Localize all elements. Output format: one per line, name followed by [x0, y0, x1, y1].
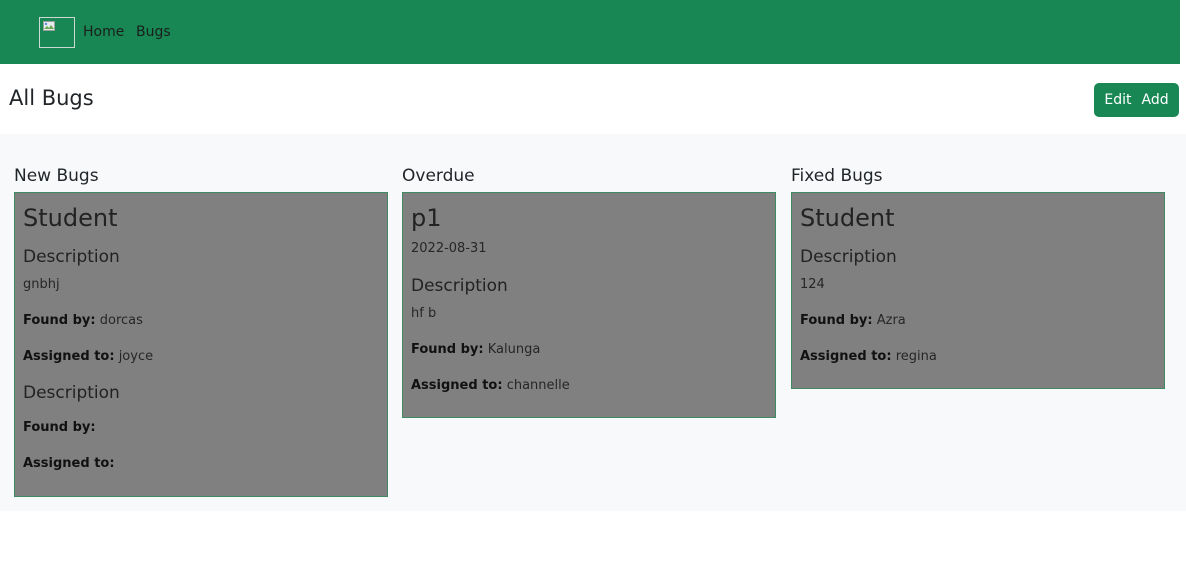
page-title: All Bugs [9, 86, 94, 110]
top-navbar: Home Bugs [0, 0, 1180, 64]
card-title: p1 [411, 204, 442, 232]
column-title-new-bugs: New Bugs [14, 166, 99, 186]
edit-add-button[interactable]: Edit Add [1094, 83, 1179, 117]
description-text: hf b [411, 306, 437, 321]
found-by-label: Found by: [800, 313, 873, 328]
due-date: 2022-08-31 [411, 241, 487, 256]
found-by-value: Kalunga [487, 342, 541, 357]
description-heading: Description [23, 247, 120, 267]
assigned-to-value: channelle [506, 378, 570, 393]
card-title: Student [800, 204, 895, 232]
description-heading: Description [23, 383, 120, 403]
description-text: gnbhj [23, 277, 60, 292]
assigned-to-label: Assigned to: [23, 349, 115, 364]
assigned-to-line: Assigned to: [23, 456, 115, 472]
found-by-label: Found by: [23, 420, 96, 435]
column-title-overdue: Overdue [402, 166, 475, 186]
bug-card[interactable]: Student Description gnbhj Found by: dorc… [14, 192, 388, 497]
description-heading: Description [800, 247, 897, 267]
assigned-to-value: joyce [118, 349, 154, 364]
add-label[interactable]: Add [1142, 92, 1169, 108]
assigned-to-label: Assigned to: [800, 349, 892, 364]
assigned-to-label: Assigned to: [411, 378, 503, 393]
found-by-value: Azra [876, 313, 906, 328]
card-title: Student [23, 204, 118, 232]
found-by-line: Found by: dorcas [23, 313, 143, 329]
assigned-to-line: Assigned to: regina [800, 349, 937, 365]
nav-bugs-link[interactable]: Bugs [136, 24, 171, 41]
assigned-to-line: Assigned to: channelle [411, 378, 570, 394]
found-by-line: Found by: [23, 420, 96, 436]
column-title-fixed-bugs: Fixed Bugs [791, 166, 883, 186]
assigned-to-label: Assigned to: [23, 456, 115, 471]
found-by-line: Found by: Azra [800, 313, 906, 329]
description-text: 124 [800, 277, 825, 292]
assigned-to-value: regina [895, 349, 937, 364]
found-by-label: Found by: [23, 313, 96, 328]
found-by-value: dorcas [99, 313, 143, 328]
found-by-line: Found by: Kalunga [411, 342, 540, 358]
edit-label[interactable]: Edit [1104, 92, 1131, 108]
found-by-label: Found by: [411, 342, 484, 357]
brand-logo[interactable] [39, 17, 75, 48]
assigned-to-line: Assigned to: joyce [23, 349, 153, 365]
bug-card[interactable]: Student Description 124 Found by: Azra A… [791, 192, 1165, 389]
bug-card[interactable]: p1 2022-08-31 Description hf b Found by:… [402, 192, 776, 418]
description-heading: Description [411, 276, 508, 296]
broken-image-icon [43, 21, 55, 31]
nav-home-link[interactable]: Home [83, 24, 124, 41]
